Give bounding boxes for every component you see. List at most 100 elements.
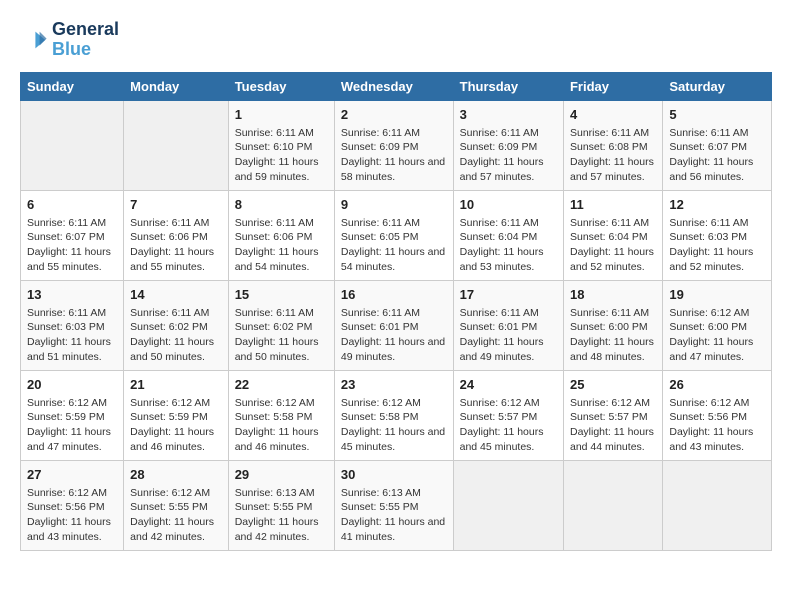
day-cell: 26 Sunrise: 6:12 AM Sunset: 5:56 PM Dayli… [663,370,772,460]
calendar-table: SundayMondayTuesdayWednesdayThursdayFrid… [20,72,772,551]
day-number: 23 [341,376,447,394]
day-cell: 25 Sunrise: 6:12 AM Sunset: 5:57 PM Dayli… [563,370,662,460]
calendar-body: 1 Sunrise: 6:11 AM Sunset: 6:10 PM Daylig… [21,100,772,550]
day-cell [453,460,563,550]
day-cell: 17 Sunrise: 6:11 AM Sunset: 6:01 PM Dayli… [453,280,563,370]
day-cell: 2Sunrise: 6:11 AM Sunset: 6:09 PM Daylig… [334,100,453,190]
logo-text: General Blue [52,20,119,60]
day-info: Sunrise: 6:11 AM Sunset: 6:01 PM Dayligh… [460,306,557,365]
day-cell: 24 Sunrise: 6:12 AM Sunset: 5:57 PM Dayli… [453,370,563,460]
day-number: 3 [460,106,557,124]
day-number: 8 [235,196,328,214]
day-cell: 30 Sunrise: 6:13 AM Sunset: 5:55 PM Dayli… [334,460,453,550]
day-info: Sunrise: 6:11 AM Sunset: 6:00 PM Dayligh… [570,306,656,365]
day-info: Sunrise: 6:11 AM Sunset: 6:10 PM Dayligh… [235,126,328,185]
day-info: Sunrise: 6:13 AM Sunset: 5:55 PM Dayligh… [341,486,447,545]
header-cell-friday: Friday [563,72,662,100]
day-number: 9 [341,196,447,214]
day-cell: 27 Sunrise: 6:12 AM Sunset: 5:56 PM Dayli… [21,460,124,550]
day-info: Sunrise: 6:11 AM Sunset: 6:02 PM Dayligh… [235,306,328,365]
day-cell: 5Sunrise: 6:11 AM Sunset: 6:07 PM Daylig… [663,100,772,190]
day-info: Sunrise: 6:12 AM Sunset: 5:55 PM Dayligh… [130,486,222,545]
day-number: 22 [235,376,328,394]
day-cell: 18 Sunrise: 6:11 AM Sunset: 6:00 PM Dayli… [563,280,662,370]
day-cell: 11Sunrise: 6:11 AM Sunset: 6:04 PM Dayli… [563,190,662,280]
day-cell: 23 Sunrise: 6:12 AM Sunset: 5:58 PM Dayli… [334,370,453,460]
header: General Blue [20,20,772,60]
day-number: 11 [570,196,656,214]
header-cell-tuesday: Tuesday [228,72,334,100]
day-info: Sunrise: 6:12 AM Sunset: 6:00 PM Dayligh… [669,306,765,365]
day-number: 26 [669,376,765,394]
day-number: 7 [130,196,222,214]
day-cell: 14 Sunrise: 6:11 AM Sunset: 6:02 PM Dayli… [124,280,229,370]
day-info: Sunrise: 6:12 AM Sunset: 5:59 PM Dayligh… [27,396,117,455]
day-number: 14 [130,286,222,304]
day-cell: 20 Sunrise: 6:12 AM Sunset: 5:59 PM Dayli… [21,370,124,460]
day-info: Sunrise: 6:12 AM Sunset: 5:59 PM Dayligh… [130,396,222,455]
day-number: 28 [130,466,222,484]
day-info: Sunrise: 6:12 AM Sunset: 5:56 PM Dayligh… [669,396,765,455]
day-number: 6 [27,196,117,214]
day-info: Sunrise: 6:11 AM Sunset: 6:04 PM Dayligh… [460,216,557,275]
day-number: 30 [341,466,447,484]
day-cell: 16 Sunrise: 6:11 AM Sunset: 6:01 PM Dayli… [334,280,453,370]
week-row-4: 20 Sunrise: 6:12 AM Sunset: 5:59 PM Dayli… [21,370,772,460]
week-row-5: 27 Sunrise: 6:12 AM Sunset: 5:56 PM Dayli… [21,460,772,550]
day-number: 17 [460,286,557,304]
day-number: 4 [570,106,656,124]
day-cell: 21 Sunrise: 6:12 AM Sunset: 5:59 PM Dayli… [124,370,229,460]
day-cell: 9 Sunrise: 6:11 AM Sunset: 6:05 PM Daylig… [334,190,453,280]
header-cell-thursday: Thursday [453,72,563,100]
day-number: 25 [570,376,656,394]
day-cell: 28 Sunrise: 6:12 AM Sunset: 5:55 PM Dayli… [124,460,229,550]
day-number: 21 [130,376,222,394]
day-number: 16 [341,286,447,304]
day-number: 18 [570,286,656,304]
day-info: Sunrise: 6:11 AM Sunset: 6:01 PM Dayligh… [341,306,447,365]
day-cell [124,100,229,190]
day-info: Sunrise: 6:12 AM Sunset: 5:56 PM Dayligh… [27,486,117,545]
header-cell-wednesday: Wednesday [334,72,453,100]
day-info: Sunrise: 6:12 AM Sunset: 5:58 PM Dayligh… [341,396,447,455]
day-number: 20 [27,376,117,394]
day-cell: 1 Sunrise: 6:11 AM Sunset: 6:10 PM Daylig… [228,100,334,190]
day-number: 1 [235,106,328,124]
day-number: 13 [27,286,117,304]
day-info: Sunrise: 6:11 AM Sunset: 6:08 PM Dayligh… [570,126,656,185]
header-cell-sunday: Sunday [21,72,124,100]
day-cell: 19Sunrise: 6:12 AM Sunset: 6:00 PM Dayli… [663,280,772,370]
day-info: Sunrise: 6:11 AM Sunset: 6:06 PM Dayligh… [130,216,222,275]
day-cell [21,100,124,190]
day-cell [663,460,772,550]
header-cell-saturday: Saturday [663,72,772,100]
calendar-header-row: SundayMondayTuesdayWednesdayThursdayFrid… [21,72,772,100]
day-info: Sunrise: 6:12 AM Sunset: 5:57 PM Dayligh… [460,396,557,455]
logo: General Blue [20,20,119,60]
day-info: Sunrise: 6:11 AM Sunset: 6:03 PM Dayligh… [27,306,117,365]
day-number: 24 [460,376,557,394]
day-cell: 13 Sunrise: 6:11 AM Sunset: 6:03 PM Dayli… [21,280,124,370]
day-info: Sunrise: 6:11 AM Sunset: 6:02 PM Dayligh… [130,306,222,365]
day-info: Sunrise: 6:12 AM Sunset: 5:57 PM Dayligh… [570,396,656,455]
day-cell [563,460,662,550]
day-cell: 7 Sunrise: 6:11 AM Sunset: 6:06 PM Daylig… [124,190,229,280]
day-cell: 22 Sunrise: 6:12 AM Sunset: 5:58 PM Dayli… [228,370,334,460]
day-info: Sunrise: 6:11 AM Sunset: 6:07 PM Dayligh… [27,216,117,275]
day-cell: 6 Sunrise: 6:11 AM Sunset: 6:07 PM Daylig… [21,190,124,280]
day-info: Sunrise: 6:11 AM Sunset: 6:09 PM Dayligh… [460,126,557,185]
day-number: 10 [460,196,557,214]
day-number: 15 [235,286,328,304]
day-number: 2 [341,106,447,124]
day-info: Sunrise: 6:11 AM Sunset: 6:05 PM Dayligh… [341,216,447,275]
week-row-3: 13 Sunrise: 6:11 AM Sunset: 6:03 PM Dayli… [21,280,772,370]
day-cell: 10 Sunrise: 6:11 AM Sunset: 6:04 PM Dayli… [453,190,563,280]
day-info: Sunrise: 6:11 AM Sunset: 6:06 PM Dayligh… [235,216,328,275]
day-number: 27 [27,466,117,484]
day-info: Sunrise: 6:11 AM Sunset: 6:07 PM Dayligh… [669,126,765,185]
day-info: Sunrise: 6:12 AM Sunset: 5:58 PM Dayligh… [235,396,328,455]
day-info: Sunrise: 6:13 AM Sunset: 5:55 PM Dayligh… [235,486,328,545]
day-cell: 3 Sunrise: 6:11 AM Sunset: 6:09 PM Daylig… [453,100,563,190]
day-cell: 8 Sunrise: 6:11 AM Sunset: 6:06 PM Daylig… [228,190,334,280]
logo-icon [20,26,48,54]
